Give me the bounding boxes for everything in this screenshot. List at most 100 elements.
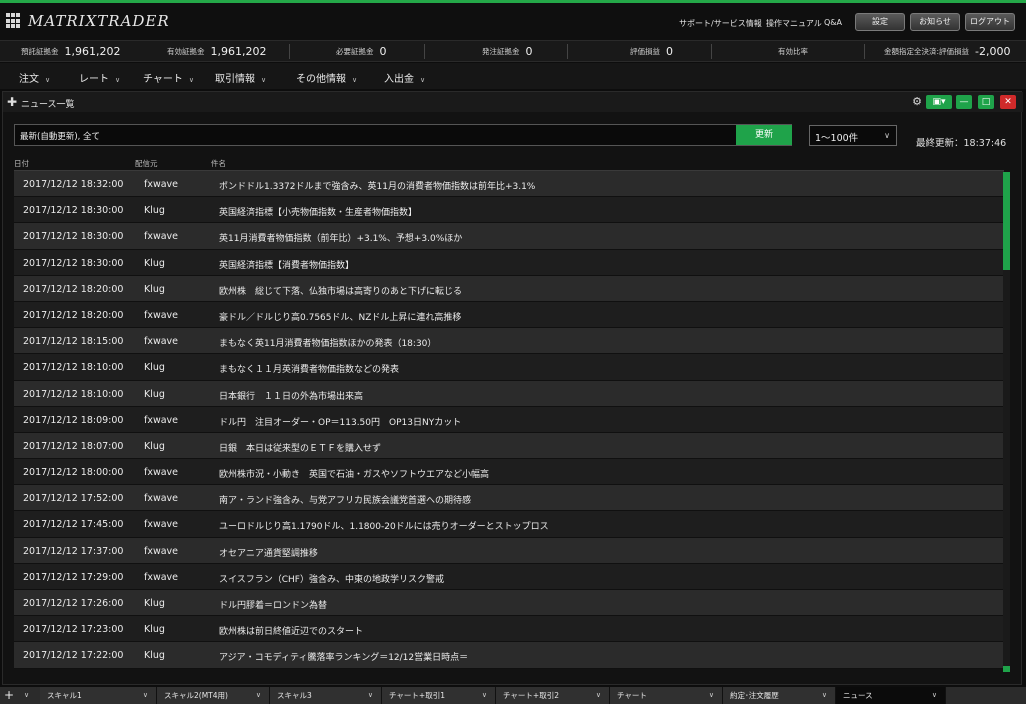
news-date: 2017/12/12 17:29:00 <box>23 571 124 583</box>
news-source: fxwave <box>144 414 179 426</box>
news-filter-field[interactable]: 最新(自動更新), 全て 更新 <box>14 124 792 146</box>
workspace-tab[interactable]: 約定･注文履歴 ∨ <box>723 687 836 704</box>
layout-toggle-button[interactable]: ▣▾ <box>926 95 952 109</box>
deposit-margin: 預託証拠金 1,961,202 <box>21 44 121 58</box>
tab-label: ニュース <box>843 691 873 700</box>
move-icon[interactable]: ✚ <box>7 95 17 109</box>
gear-icon[interactable]: ⚙ <box>911 95 923 109</box>
account-summary-bar: 預託証拠金 1,961,202 有効証拠金 1,961,202 必要証拠金 0 発注証… <box>0 40 1026 62</box>
news-row[interactable]: 2017/12/12 17:23:00 Klug 欧州株は前日終値近辺でのスタート <box>14 616 1004 643</box>
news-row[interactable]: 2017/12/12 18:09:00 fxwave ドル円 注目オーダー・OP＝1… <box>14 406 1004 433</box>
chevron-down-icon: ∨ <box>595 691 601 699</box>
news-row[interactable]: 2017/12/12 18:07:00 Klug 日銀 本日は従来型のＥＴＦを購入せ… <box>14 432 1004 460</box>
news-row[interactable]: 2017/12/12 18:15:00 fxwave まもなく英11月消費者物価指数… <box>14 328 1004 355</box>
column-header-subject[interactable]: 件名 <box>211 158 226 169</box>
news-row[interactable]: 2017/12/12 17:45:00 fxwave ユーロドルじり高1.1790ド… <box>14 511 1004 538</box>
news-row[interactable]: 2017/12/12 18:30:00 Klug 英国経済指標【消費者物価指数】 <box>14 249 1004 276</box>
chevron-down-icon: ∨ <box>420 76 426 84</box>
news-row[interactable]: 2017/12/12 17:29:00 fxwave スイスフラン（CHF）強含み、… <box>14 563 1004 590</box>
news-row[interactable]: 2017/12/12 18:20:00 fxwave 豪ドル／ドルじり高0.7565… <box>14 301 1004 329</box>
news-title: オセアニア通貨堅調推移 <box>219 548 318 559</box>
news-row[interactable]: 2017/12/12 17:26:00 Klug ドル円膠着＝ロンドン為替 <box>14 590 1004 617</box>
chevron-down-icon: ∨ <box>45 76 51 84</box>
close-button[interactable]: ✕ <box>1000 95 1016 109</box>
news-row[interactable]: 2017/12/12 18:30:00 fxwave 英11月消費者物価指数（前年比… <box>14 223 1004 250</box>
news-title: 英国経済指標【消費者物価指数】 <box>219 260 355 271</box>
news-title: スイスフラン（CHF）強含み、中東の地政学リスク警戒 <box>219 574 444 585</box>
workspace-tab[interactable]: スキャル3 ∨ <box>270 687 382 704</box>
chevron-down-icon: ∨ <box>708 691 714 699</box>
news-row[interactable]: 2017/12/12 17:37:00 fxwave オセアニア通貨堅調推移 <box>14 537 1004 564</box>
scrollbar[interactable] <box>1003 172 1010 672</box>
workspace-tab[interactable]: ニュース ∨ <box>836 687 946 704</box>
news-title: 英国経済指標【小売物価指数・生産者物価指数】 <box>219 208 418 219</box>
news-date: 2017/12/12 18:32:00 <box>23 179 124 190</box>
settings-button[interactable]: 設定 <box>855 13 905 31</box>
menu-trade-info[interactable]: 取引情報 ∨ <box>215 70 266 85</box>
news-row[interactable]: 2017/12/12 18:32:00 fxwave ポンドドル1.3372ドルまで… <box>14 171 1004 198</box>
logout-button[interactable]: ログアウト <box>965 13 1015 31</box>
scrollbar-end <box>1003 666 1010 672</box>
news-row[interactable]: 2017/12/12 17:52:00 fxwave 南ア・ランド強含み、与党アフリ… <box>14 485 1004 512</box>
menu-deposit-withdraw[interactable]: 入出金 ∨ <box>384 70 425 85</box>
divider <box>864 44 865 59</box>
news-title: まもなく英11月消費者物価指数ほかの発表（18:30） <box>219 339 437 350</box>
app-header: MATRIXTRADER サポート/サービス情報 操作マニュアル Q&A 設定 … <box>0 3 1026 40</box>
manual-link[interactable]: 操作マニュアル <box>766 18 822 29</box>
workspace-tab[interactable]: チャート ∨ <box>610 687 723 704</box>
app-logo: MATRIXTRADER <box>6 10 170 32</box>
news-row[interactable]: 2017/12/12 18:10:00 Klug まもなく１１月英消費者物価指数など… <box>14 354 1004 381</box>
chevron-down-icon[interactable]: ∨ <box>24 687 29 704</box>
news-source: fxwave <box>144 336 179 348</box>
news-date: 2017/12/12 18:30:00 <box>23 257 124 269</box>
notices-button[interactable]: お知らせ <box>910 13 960 31</box>
news-row[interactable]: 2017/12/12 18:10:00 Klug 日本銀行 １１日の外為市場出来高 <box>14 380 1004 407</box>
effective-margin: 有効証拠金 1,961,202 <box>167 44 267 58</box>
news-date: 2017/12/12 18:09:00 <box>23 414 124 426</box>
minimize-button[interactable]: — <box>956 95 972 109</box>
chevron-down-icon: ∨ <box>352 76 358 84</box>
chevron-down-icon: ∨ <box>261 76 267 84</box>
news-row[interactable]: 2017/12/12 18:20:00 Klug 欧州株 総じて下落、仏独市場は高寄… <box>14 275 1004 302</box>
menu-order[interactable]: 注文 ∨ <box>19 70 50 85</box>
news-title: ドル円 注目オーダー・OP＝113.50円 OP13日NYカット <box>219 417 462 428</box>
workspace-tabbar: + ∨ スキャル1 ∨ スキャル2(MT4用) ∨ スキャル3 ∨ チャート+取引1 ∨ チャー… <box>0 687 1026 704</box>
news-date: 2017/12/12 18:10:00 <box>23 388 124 400</box>
news-source: fxwave <box>144 467 179 479</box>
tab-label: チャート+取引2 <box>503 691 559 700</box>
news-source: Klug <box>144 283 165 295</box>
logo-text: MATRIXTRADER <box>28 12 170 30</box>
news-list: 2017/12/12 18:32:00 fxwave ポンドドル1.3372ドルまで… <box>14 170 1004 670</box>
qa-link[interactable]: Q&A <box>824 18 842 27</box>
required-margin: 必要証拠金 0 <box>336 44 387 58</box>
chevron-down-icon: ∨ <box>255 691 261 699</box>
news-row[interactable]: 2017/12/12 18:00:00 fxwave 欧州株市況・小動き 英国で石油… <box>14 459 1004 486</box>
news-row[interactable]: 2017/12/12 18:30:00 Klug 英国経済指標【小売物価指数・生産者… <box>14 197 1004 224</box>
divider <box>289 44 290 59</box>
news-source: Klug <box>144 362 165 374</box>
column-header-source[interactable]: 配信元 <box>135 158 158 169</box>
workspace-tab[interactable]: チャート+取引2 ∨ <box>496 687 610 704</box>
workspace-tab[interactable]: スキャル2(MT4用) ∨ <box>157 687 270 704</box>
workspace-tab[interactable]: チャート+取引1 ∨ <box>382 687 496 704</box>
news-date: 2017/12/12 17:45:00 <box>23 519 124 531</box>
last-updated: 最終更新：18:37:46 <box>916 138 1007 149</box>
menu-rate[interactable]: レート ∨ <box>79 70 120 85</box>
chevron-down-icon: ∨ <box>931 691 937 699</box>
refresh-button[interactable]: 更新 <box>736 125 792 145</box>
support-link[interactable]: サポート/サービス情報 <box>679 18 762 29</box>
range-select[interactable]: 1～100件 ∨ <box>809 125 897 146</box>
workspace-tab[interactable]: スキャル1 ∨ <box>40 687 157 704</box>
news-row[interactable]: 2017/12/12 17:22:00 Klug アジア・コモディティ騰落率ランキン… <box>14 642 1004 669</box>
menu-other-info[interactable]: その他情報 ∨ <box>296 70 357 85</box>
news-title: ユーロドルじり高1.1790ドル、1.1800-20ドルには売りオーダーとストッ… <box>219 522 549 533</box>
menu-chart[interactable]: チャート ∨ <box>143 70 194 85</box>
effective-ratio: 有効比率 <box>778 46 808 56</box>
column-header-date[interactable]: 日付 <box>14 158 29 169</box>
maximize-button[interactable]: □ <box>978 95 994 109</box>
order-margin: 発注証拠金 0 <box>482 44 533 58</box>
news-date: 2017/12/12 18:15:00 <box>23 336 124 348</box>
scrollbar-thumb[interactable] <box>1003 172 1010 270</box>
add-tab-icon[interactable]: + <box>4 687 14 703</box>
tab-label: スキャル2(MT4用) <box>164 691 228 700</box>
